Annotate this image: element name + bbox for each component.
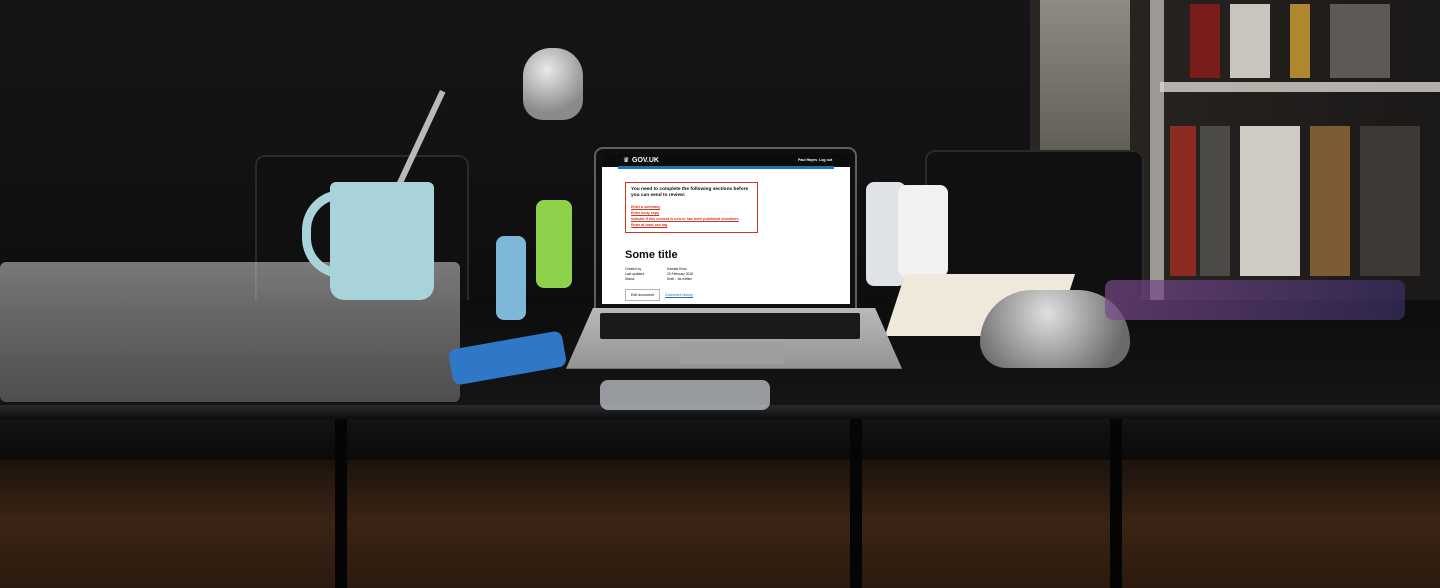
header-accent-bar: [618, 166, 834, 169]
book: [1190, 4, 1220, 78]
green-bottle: [536, 200, 572, 288]
laptop-trackpad: [680, 342, 785, 364]
document-history-link[interactable]: Document history: [665, 293, 693, 297]
laptop-keyboard: [600, 313, 860, 339]
book: [1290, 4, 1310, 78]
book: [1360, 126, 1420, 276]
wooden-floor: [0, 440, 1440, 588]
wrappers: [600, 380, 770, 410]
error-summary-title: You need to complete the following secti…: [631, 187, 749, 198]
error-link-publication[interactable]: Indicate if this content is new or has b…: [631, 217, 739, 221]
book: [1240, 126, 1300, 276]
book: [1200, 126, 1230, 276]
meta-value-last-updated: 20 February 2018: [667, 272, 694, 276]
blue-bottle: [496, 236, 526, 320]
logout-link[interactable]: Log out: [819, 158, 832, 162]
book: [1230, 4, 1270, 78]
meta-value-status: Draft - 1st edition: [667, 277, 693, 281]
wall-poster: [1040, 0, 1130, 160]
meta-value-created-by: Kamala Khan: [667, 267, 687, 271]
desk-leg: [850, 419, 862, 588]
error-link-body-copy[interactable]: Enter body copy: [631, 211, 659, 215]
desk-lamp-head: [523, 48, 583, 120]
desk-leg: [1110, 419, 1122, 588]
book: [1170, 126, 1196, 276]
error-link-tag[interactable]: Enter at least one tag: [631, 223, 667, 227]
user-name-link[interactable]: Paul Hayes: [798, 158, 817, 162]
meta-label-created-by: Created by: [625, 267, 642, 271]
edit-document-button[interactable]: Edit document: [625, 289, 660, 301]
pencil-case: [1105, 280, 1405, 320]
page-title: Some title: [625, 249, 678, 261]
gov-logo[interactable]: GOV.UK: [632, 157, 659, 164]
shelf-side-panel: [1150, 0, 1164, 300]
meta-label-status: Status: [625, 277, 635, 281]
pen-jug: [330, 182, 434, 300]
error-summary: You need to complete the following secti…: [625, 182, 758, 233]
book: [1310, 126, 1350, 276]
laptop-screen-content: ♛ GOV.UK Paul Hayes Log out You need to …: [602, 154, 850, 304]
shelf-board: [1160, 82, 1440, 92]
crown-icon: ♛: [623, 157, 630, 164]
book: [1330, 4, 1390, 78]
desk-leg: [335, 419, 347, 588]
error-link-summary[interactable]: Enter a summary: [631, 205, 660, 209]
supplement-bottle: [898, 185, 948, 277]
meta-label-last-updated: Last updated: [625, 272, 645, 276]
